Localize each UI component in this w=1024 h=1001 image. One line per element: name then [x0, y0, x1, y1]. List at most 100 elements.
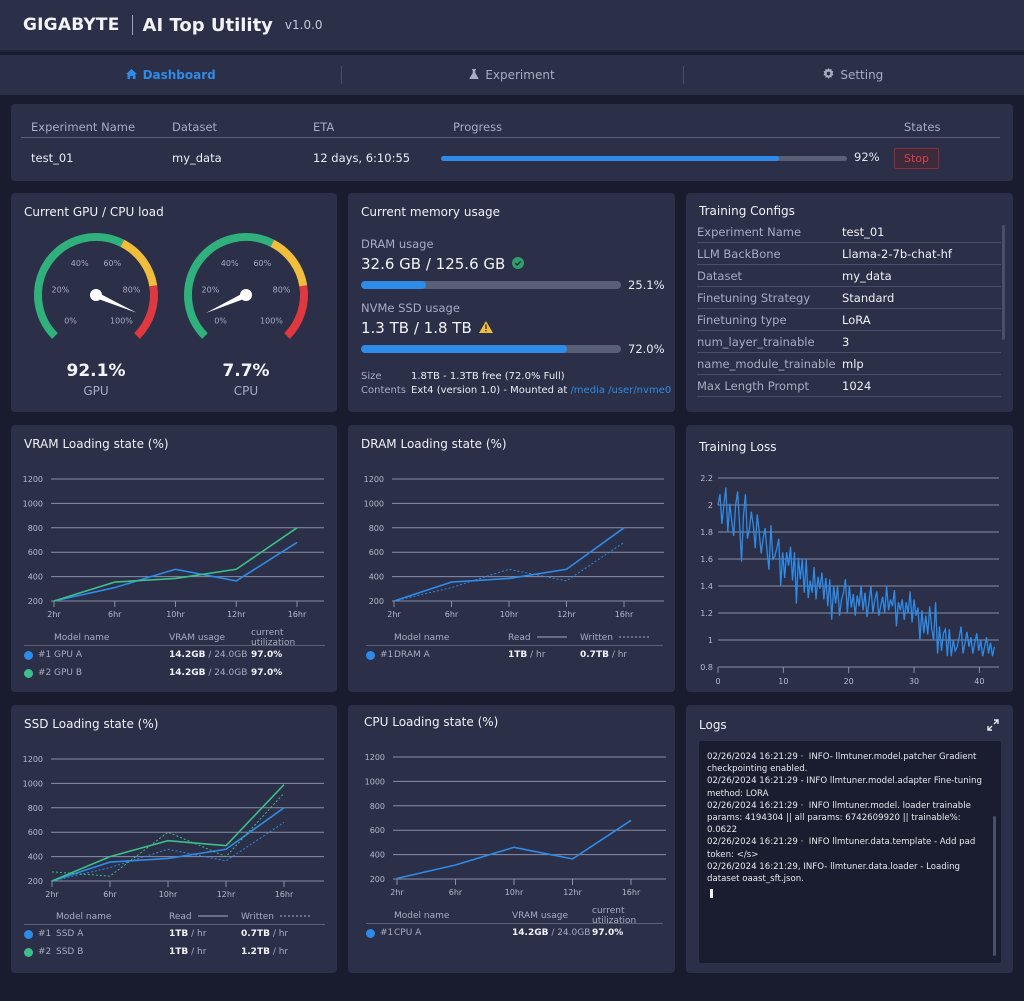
- dram-usage-value: 32.6 GB / 125.6 GB: [361, 255, 506, 273]
- config-value: 3: [842, 334, 850, 349]
- y-tick-label: 600: [28, 548, 43, 557]
- y-tick-label: 1000: [365, 777, 385, 786]
- x-tick-label: 0: [715, 677, 720, 686]
- legend-written-unit: / hr: [608, 650, 628, 660]
- legend-model-name: CPU A: [394, 928, 422, 938]
- y-tick-label: 1.2: [700, 609, 713, 618]
- vram-chart: 200 400 600 800 1000 1200 2hr 6hr 10hr 12hr 16hr: [23, 475, 324, 619]
- ssd-usage-label: NVMe SSD usage: [361, 301, 460, 315]
- config-row: Max Length Prompt 1024: [697, 375, 1001, 397]
- flask-icon: [469, 68, 479, 82]
- legend-written-value: 0.7TB: [580, 650, 609, 660]
- config-value: 1024: [842, 378, 872, 393]
- y-tick-label: 1000: [23, 779, 43, 788]
- stop-button[interactable]: Stop: [894, 148, 939, 169]
- col-experiment-name: Experiment Name: [31, 119, 136, 134]
- x-tick-label: 6hr: [449, 888, 463, 897]
- tab-experiment-label: Experiment: [485, 68, 555, 82]
- config-value: mlp: [842, 356, 864, 371]
- x-tick-label: 10hr: [159, 890, 178, 899]
- gauge-tick-label: 60%: [253, 259, 271, 268]
- config-key: Max Length Prompt: [697, 378, 810, 393]
- cpu-chart-title: CPU Loading state (%): [364, 715, 499, 729]
- legend-model-name: GPU B: [54, 668, 83, 678]
- gpu-load-value: 92.1%: [66, 361, 126, 381]
- legend-read: 1TB / hr: [508, 650, 545, 660]
- series-line-loss: [717, 487, 996, 657]
- x-tick-label: 16hr: [288, 610, 307, 619]
- legend-index: #1: [38, 929, 52, 939]
- warning-icon: [478, 319, 493, 337]
- logs-console[interactable]: 02/26/2024 16:21:29 · INFO- llmtuner.mod…: [699, 741, 1001, 963]
- y-tick-label: 1.8: [700, 528, 713, 537]
- col-eta: ETA: [313, 119, 335, 134]
- config-row: Finetuning Strategy Standard: [697, 287, 1001, 309]
- legend-usage: 14.2GB / 24.0GB: [169, 650, 247, 660]
- logs-title: Logs: [699, 718, 727, 732]
- mount-path-link[interactable]: /media /user/nvme0: [570, 385, 671, 396]
- expand-icon[interactable]: [987, 719, 999, 735]
- config-key: LLM BackBone: [697, 246, 781, 261]
- x-tick-label: 12hr: [227, 610, 246, 619]
- ssd-legend-header: Model name Read Written: [24, 909, 325, 925]
- y-tick-label: 1.4: [700, 582, 713, 591]
- y-tick-label: 400: [28, 853, 43, 862]
- x-tick-label: 10hr: [166, 610, 185, 619]
- config-row: name_module_trainable mlp: [697, 353, 1001, 375]
- tab-setting[interactable]: Setting: [682, 55, 1024, 95]
- y-tick-label: 400: [370, 851, 385, 860]
- legend-col-read: Read: [169, 912, 228, 922]
- legend-written: 1.2TB / hr: [241, 947, 288, 957]
- y-tick-label: 0.8: [700, 663, 713, 672]
- ssd-usage-fill: [361, 345, 567, 353]
- legend-usage-total: / 24.0GB: [205, 668, 248, 678]
- vram-chart-title: VRAM Loading state (%): [24, 437, 169, 451]
- home-icon: [125, 68, 137, 82]
- app-title: AI Top Utility: [142, 14, 273, 36]
- legend-usage-used: 14.2GB: [512, 928, 549, 938]
- ssd-contents-text: Ext4 (version 1.0) - Mounted at: [411, 385, 571, 396]
- gauge-tick-label: 100%: [260, 316, 283, 325]
- legend-col-model: Model name: [394, 632, 450, 643]
- config-key: name_module_trainable: [697, 356, 836, 371]
- legend-usage: 14.2GB / 24.0GB: [169, 668, 247, 678]
- brand-logo: GIGABYTE: [23, 15, 120, 35]
- legend-col-model: Model name: [56, 911, 112, 922]
- dram-usage-fill: [361, 281, 427, 289]
- gpu-load-label: GPU: [83, 384, 109, 398]
- config-key: Finetuning type: [697, 312, 787, 327]
- training-loss-card: Training Loss 0.8 1 1.2 1.4 1.6 1.8 2 2.2 0 10 20 3…: [686, 425, 1013, 692]
- dram-usage-label: DRAM usage: [361, 237, 434, 251]
- y-tick-label: 200: [369, 597, 384, 606]
- dram-usage-percent: 25.1%: [628, 278, 665, 292]
- gauge-tick-label: 20%: [52, 285, 70, 294]
- tab-experiment[interactable]: Experiment: [341, 55, 682, 95]
- y-tick-label: 800: [369, 524, 384, 533]
- dram-chart-card: DRAM Loading state (%) 200 400 600 800 1000 1…: [348, 425, 675, 692]
- config-row: Dataset my_data: [697, 265, 1001, 287]
- legend-read: 1TB / hr: [169, 929, 206, 939]
- y-tick-label: 200: [370, 875, 385, 884]
- series-color-dot: [24, 650, 33, 660]
- log-line: 02/26/2024 16:21:29, INFO- llmtuner.data…: [707, 861, 963, 885]
- gpu-gauge: 0% 20% 40% 60% 80% 100%: [34, 233, 158, 339]
- x-tick-label: 6hr: [108, 610, 122, 619]
- tab-dashboard[interactable]: Dashboard: [0, 55, 341, 95]
- ssd-usage-bar: [361, 345, 621, 353]
- legend-written-label: Written: [241, 911, 274, 922]
- legend-written: 0.7TB / hr: [580, 650, 627, 660]
- series-line-gpu-a: [53, 541, 298, 602]
- logs-scrollbar[interactable]: [993, 816, 996, 956]
- x-tick-label: 6hr: [103, 890, 117, 899]
- x-tick-label: 16hr: [275, 890, 294, 899]
- configs-scrollbar[interactable]: [1002, 225, 1005, 340]
- gauge-tick-label: 40%: [71, 259, 89, 268]
- memory-card-title: Current memory usage: [361, 205, 501, 219]
- legend-col-util: current utilization: [251, 627, 296, 648]
- x-tick-label: 2hr: [390, 888, 404, 897]
- legend-model-name: GPU A: [54, 650, 83, 660]
- legend-index: #2: [38, 947, 52, 957]
- series-line-ssd-a-read: [51, 807, 285, 882]
- log-line: 02/26/2024 16:21:29 · INFO llmtuner.data…: [707, 837, 979, 860]
- config-key: Finetuning Strategy: [697, 290, 811, 305]
